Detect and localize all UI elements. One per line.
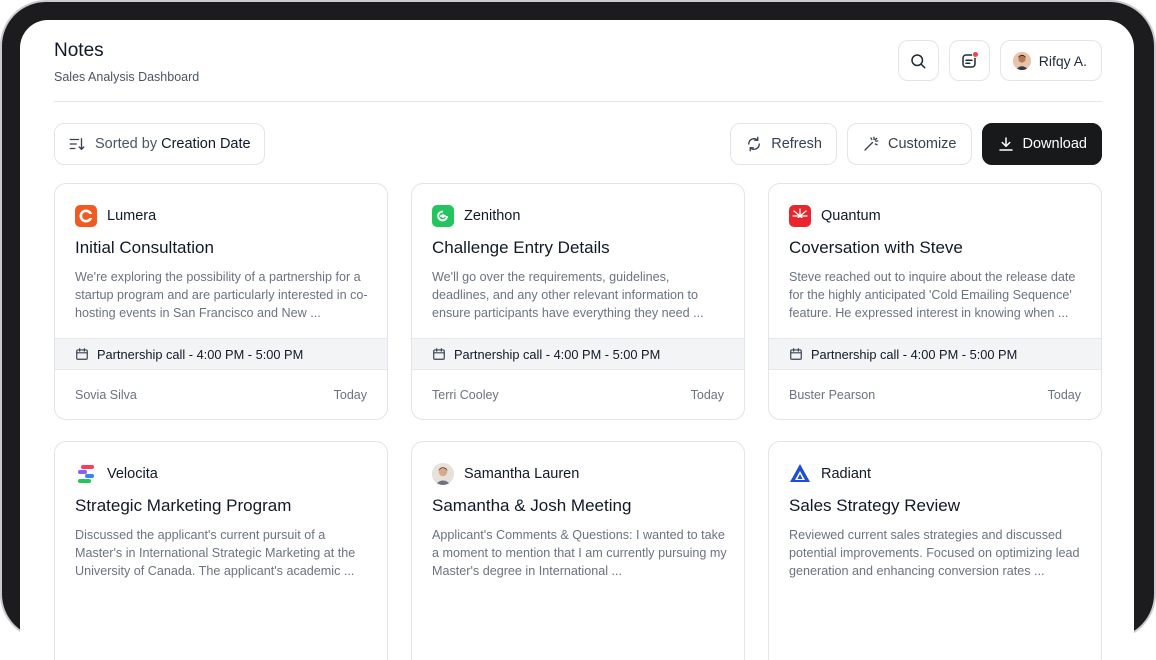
toolbar: Sorted by Creation Date Refresh Customiz… xyxy=(54,123,1102,165)
card-title: Coversation with Steve xyxy=(789,238,963,257)
card-author: Terri Cooley xyxy=(432,388,499,402)
radiant-logo-icon xyxy=(789,463,811,485)
card-description: We'll go over the requirements, guidelin… xyxy=(432,270,704,320)
avatar xyxy=(1012,51,1031,70)
customize-button[interactable]: Customize xyxy=(847,123,972,165)
download-button[interactable]: Download xyxy=(981,123,1102,165)
card-brand: Lumera xyxy=(75,205,156,227)
card-description: Steve reached out to inquire about the r… xyxy=(789,270,1076,320)
card-title: Samantha & Josh Meeting xyxy=(432,496,632,515)
refresh-button[interactable]: Refresh xyxy=(730,123,837,165)
notifications-button[interactable] xyxy=(948,40,990,81)
note-card[interactable]: Quantum Coversation with Steve Steve rea… xyxy=(768,183,1102,420)
card-date: Today xyxy=(333,388,367,402)
note-card[interactable]: Lumera Initial Consultation We're explor… xyxy=(54,183,388,420)
note-card[interactable]: Velocita Strategic Marketing Program Dis… xyxy=(54,441,388,660)
card-brand: Velocita xyxy=(75,463,158,485)
magic-wand-icon xyxy=(862,135,880,153)
card-event: Partnership call - 4:00 PM - 5:00 PM xyxy=(769,338,1101,370)
page-subtitle: Sales Analysis Dashboard xyxy=(54,70,200,84)
notification-dot xyxy=(971,51,979,58)
card-brand: Zenithon xyxy=(432,205,520,227)
calendar-icon xyxy=(432,347,446,361)
person-avatar-icon xyxy=(432,463,454,485)
calendar-icon xyxy=(789,347,803,361)
card-brand: Quantum xyxy=(789,205,881,227)
card-description: Reviewed current sales strategies and di… xyxy=(789,528,1080,578)
app-screen: Notes Sales Analysis Dashboard Rifqy A. xyxy=(20,20,1134,660)
user-menu-button[interactable]: Rifqy A. xyxy=(999,40,1102,81)
sort-icon xyxy=(68,135,86,153)
card-brand: Samantha Lauren xyxy=(432,463,579,485)
velocita-logo-icon xyxy=(75,463,97,485)
note-card[interactable]: Samantha Lauren Samantha & Josh Meeting … xyxy=(411,441,745,660)
page-header: Notes Sales Analysis Dashboard Rifqy A. xyxy=(54,40,1102,102)
zenithon-logo-icon xyxy=(432,205,454,227)
card-date: Today xyxy=(1047,388,1081,402)
card-description: Applicant's Comments & Questions: I want… xyxy=(432,528,727,578)
header-actions: Rifqy A. xyxy=(897,40,1102,81)
search-button[interactable] xyxy=(897,40,939,81)
card-event: Partnership call - 4:00 PM - 5:00 PM xyxy=(412,338,744,370)
card-author: Sovia Silva xyxy=(75,388,137,402)
sort-value: Creation Date xyxy=(161,136,251,152)
card-event: Partnership call - 4:00 PM - 5:00 PM xyxy=(55,338,387,370)
notes-grid: Lumera Initial Consultation We're explor… xyxy=(54,183,1102,660)
refresh-icon xyxy=(745,135,763,153)
card-description: Discussed the applicant's current pursui… xyxy=(75,528,356,578)
toolbar-actions: Refresh Customize Download xyxy=(730,123,1102,165)
card-date: Today xyxy=(690,388,724,402)
sort-label: Sorted by Creation Date xyxy=(95,136,251,152)
card-author: Buster Pearson xyxy=(789,388,876,402)
note-card[interactable]: Zenithon Challenge Entry Details We'll g… xyxy=(411,183,745,420)
card-brand: Radiant xyxy=(789,463,871,485)
download-icon xyxy=(997,135,1015,153)
note-card[interactable]: Radiant Sales Strategy Review Reviewed c… xyxy=(768,441,1102,660)
card-title: Initial Consultation xyxy=(75,238,214,257)
search-icon xyxy=(909,52,927,70)
card-title: Strategic Marketing Program xyxy=(75,496,292,515)
sort-button[interactable]: Sorted by Creation Date xyxy=(54,123,265,165)
page-title: Notes xyxy=(54,40,104,61)
user-name: Rifqy A. xyxy=(1038,52,1087,69)
lumera-logo-icon xyxy=(75,205,97,227)
quantum-logo-icon xyxy=(789,205,811,227)
card-title: Challenge Entry Details xyxy=(432,238,610,257)
calendar-icon xyxy=(75,347,89,361)
card-description: We're exploring the possibility of a par… xyxy=(75,270,368,320)
card-title: Sales Strategy Review xyxy=(789,496,961,515)
